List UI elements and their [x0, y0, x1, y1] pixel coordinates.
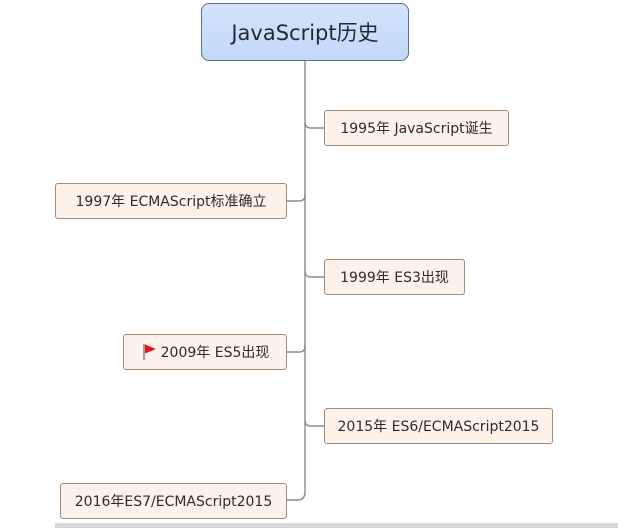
red-flag-icon — [142, 344, 156, 360]
topic-2015[interactable]: 2015年 ES6/ECMAScript2015 — [324, 408, 553, 444]
connector-2015 — [304, 419, 324, 427]
connector-1999 — [304, 270, 324, 278]
topic-label: 2015年 ES6/ECMAScript2015 — [337, 419, 540, 435]
topic-1997[interactable]: 1997年 ECMAScript标准确立 — [55, 183, 287, 219]
topic-label: 2009年 ES5出现 — [160, 345, 270, 361]
connector-1995 — [304, 121, 324, 129]
connector-2016 — [287, 491, 306, 501]
topic-2009[interactable]: 2009年 ES5出现 — [123, 334, 287, 370]
topic-1999[interactable]: 1999年 ES3出现 — [324, 259, 465, 295]
topic-label: 2016年ES7/ECMAScript2015 — [74, 494, 273, 510]
topic-1995[interactable]: 1995年 JavaScript诞生 — [324, 110, 509, 146]
topic-label: 1997年 ECMAScript标准确立 — [75, 194, 267, 210]
root-topic-label: JavaScript历史 — [231, 21, 379, 45]
topic-2016[interactable]: 2016年ES7/ECMAScript2015 — [60, 483, 287, 519]
root-topic[interactable]: JavaScript历史 — [201, 3, 409, 61]
topic-label: 1995年 JavaScript诞生 — [340, 121, 493, 137]
connector-2009 — [287, 345, 306, 353]
topic-label: 1999年 ES3出现 — [340, 270, 449, 286]
connector-1997 — [287, 194, 306, 202]
connector-lines — [287, 61, 324, 501]
horizontal-scrollbar[interactable] — [55, 523, 618, 528]
